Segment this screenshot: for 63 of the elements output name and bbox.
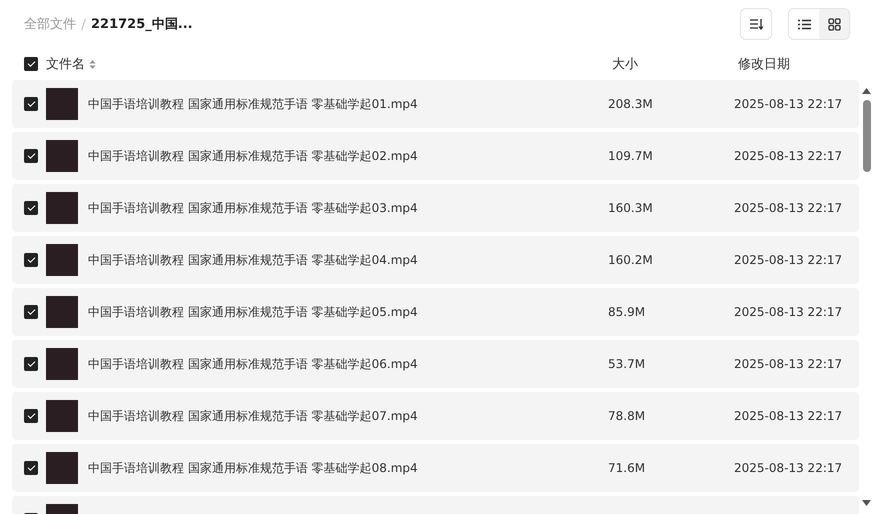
file-size: 160.2M	[608, 253, 654, 267]
scroll-up-icon[interactable]	[862, 88, 871, 94]
file-name[interactable]: 中国手语培训教程 国家通用标准规范手语 零基础学起05.mp4	[88, 304, 608, 320]
file-name[interactable]: 中国手语培训教程 国家通用标准规范手语 零基础学起04.mp4	[88, 252, 608, 268]
file-name[interactable]: 中国手语培训教程 国家通用标准规范手语 零基础学起08.mp4	[88, 460, 608, 476]
file-name[interactable]: 中国手语培训教程 国家通用标准规范手语 零基础学起01.mp4	[88, 96, 608, 112]
row-checkbox[interactable]	[24, 253, 38, 267]
modified-date: 2025-08-13 22:17	[734, 253, 842, 267]
list-icon	[798, 18, 810, 30]
modified-date: 2025-08-13 22:17	[734, 149, 842, 163]
column-header[interactable]: 修改日期	[738, 55, 790, 73]
column-header[interactable]: 大小	[612, 55, 738, 73]
row-checkbox[interactable]	[24, 409, 38, 423]
list-view-button[interactable]	[789, 9, 819, 39]
row-checkbox[interactable]	[24, 357, 38, 371]
file-row[interactable]: 中国手语培训教程 国家通用标准规范手语 零基础学起03.mp4 160.3M 2025-08-13 22:17	[12, 184, 859, 232]
column-header[interactable]: 文件名	[46, 55, 85, 73]
modified-date: 2025-08-13 22:17	[734, 461, 842, 475]
file-size: 85.9M	[608, 305, 646, 319]
video-thumbnail	[46, 400, 78, 432]
file-size: 160.3M	[608, 201, 654, 215]
row-checkbox[interactable]	[24, 305, 38, 319]
row-checkbox[interactable]	[24, 201, 38, 215]
grid-icon	[828, 18, 840, 30]
row-checkbox[interactable]	[24, 97, 38, 111]
file-row[interactable]: 中国手语培训教程 国家通用标准规范手语 零基础学起01.mp4 208.3M 2025-08-13 22:17	[12, 80, 859, 128]
modified-date: 2025-08-13 22:17	[734, 305, 842, 319]
file-name[interactable]: 中国手语培训教程 国家通用标准规范手语 零基础学起06.mp4	[88, 356, 608, 372]
sort-icon	[749, 18, 763, 30]
file-size: 208.3M	[608, 97, 654, 111]
file-row[interactable]: 中国手语培训教程 国家通用标准规范手语 零基础学起05.mp4 85.9M 2025-08-13 22:17	[12, 288, 859, 336]
file-row[interactable]: 中国手语培训教程 国家通用标准规范手语 零基础学起06.mp4 53.7M 2025-08-13 22:17	[12, 340, 859, 388]
file-name[interactable]: 中国手语培训教程 国家通用标准规范手语 零基础学起03.mp4	[88, 200, 608, 216]
modified-date: 2025-08-13 22:17	[734, 357, 842, 371]
video-thumbnail	[46, 452, 78, 484]
video-thumbnail	[46, 88, 78, 120]
breadcrumb-item: 221725_中国...	[91, 16, 193, 33]
scroll-down-icon[interactable]	[862, 500, 871, 506]
row-checkbox[interactable]	[24, 461, 38, 475]
sort-button[interactable]	[740, 8, 772, 40]
modified-date: 2025-08-13 22:17	[734, 201, 842, 215]
row-checkbox[interactable]	[24, 149, 38, 163]
file-size: 109.7M	[608, 149, 654, 163]
file-row[interactable]: 中国手语培训教程 国家通用标准规范手语 零基础学起08.mp4 71.6M 2025-08-13 22:17	[12, 444, 859, 492]
file-row[interactable]: 中国手语培训教程 国家通用标准规范手语 零基础学起07.mp4 78.8M 2025-08-13 22:17	[12, 392, 859, 440]
video-thumbnail	[46, 244, 78, 276]
video-thumbnail	[46, 192, 78, 224]
modified-date: 2025-08-13 22:17	[734, 409, 842, 423]
file-name[interactable]: 中国手语培训教程 国家通用标准规范手语 零基础学起02.mp4	[88, 148, 608, 164]
file-row[interactable]: 中国手语培训教程 国家通用标准规范手语 零基础学起02.mp4 109.7M 2025-08-13 22:17	[12, 132, 859, 180]
video-thumbnail	[46, 348, 78, 380]
select-all-checkbox[interactable]	[24, 57, 38, 71]
file-size: 53.7M	[608, 357, 646, 371]
scrollbar-thumb[interactable]	[862, 100, 870, 172]
video-thumbnail	[46, 296, 78, 328]
file-name[interactable]: 中国手语培训教程 国家通用标准规范手语 零基础学起07.mp4	[88, 408, 608, 424]
modified-date: 2025-08-13 22:17	[734, 97, 842, 111]
file-row[interactable]: 中国手语培训教程 国家通用标准规范手语 零基础学起04.mp4 160.2M 2025-08-13 22:17	[12, 236, 859, 284]
file-size: 78.8M	[608, 409, 646, 423]
breadcrumb-separator	[81, 18, 86, 30]
video-thumbnail	[46, 140, 78, 172]
file-size: 71.6M	[608, 461, 646, 475]
sort-arrows-icon[interactable]	[89, 58, 96, 70]
